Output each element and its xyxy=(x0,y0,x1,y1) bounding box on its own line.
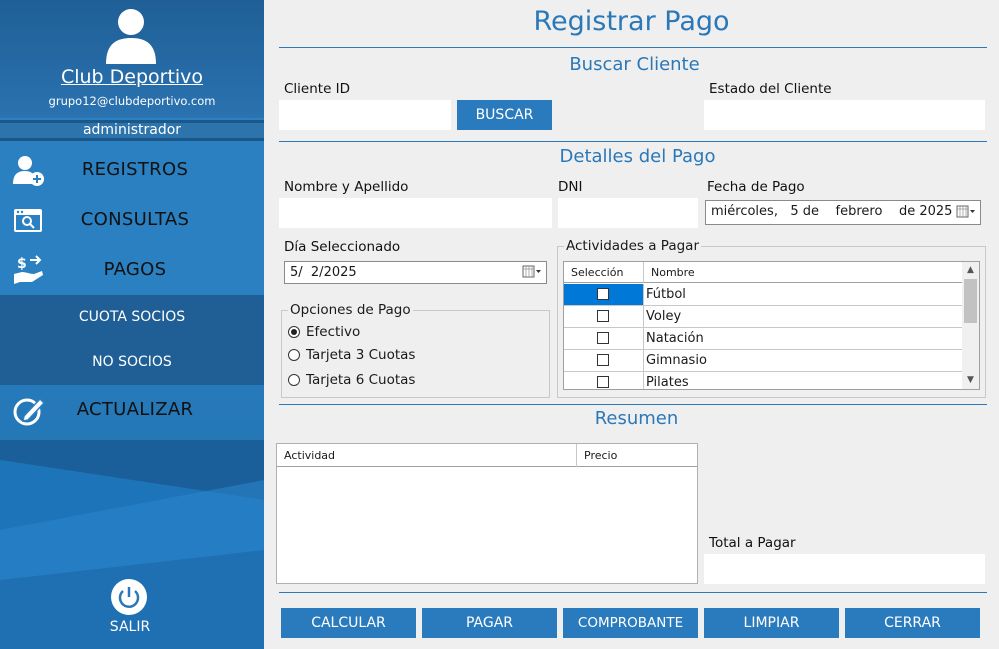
nombre-label: Nombre y Apellido xyxy=(284,179,409,195)
pagar-button[interactable]: PAGAR xyxy=(422,608,557,638)
checkbox[interactable] xyxy=(597,310,609,322)
checkbox[interactable] xyxy=(597,376,609,388)
radio-label: Tarjeta 6 Cuotas xyxy=(306,372,416,388)
column-header-precio[interactable]: Precio xyxy=(577,444,697,467)
section-detalles-pago: Detalles del Pago xyxy=(559,146,716,167)
fecha-pago-value: miércoles, 5 de febrero de 2025 xyxy=(711,204,953,219)
dia-seleccionado-label: Día Seleccionado xyxy=(284,239,401,255)
actividades-grid[interactable]: Selección Nombre Fútbol Voley Natación G… xyxy=(563,261,980,390)
divider xyxy=(279,404,987,405)
grid-header: Selección Nombre xyxy=(564,262,964,283)
estado-cliente-field[interactable] xyxy=(704,100,985,130)
table-row[interactable]: Voley xyxy=(564,306,964,328)
cliente-id-input[interactable] xyxy=(279,100,451,130)
sidebar: Club Deportivo grupo12@clubdeportivo.com… xyxy=(0,0,264,649)
divider xyxy=(279,592,987,593)
checkbox[interactable] xyxy=(597,288,609,300)
comprobante-button[interactable]: COMPROBANTE xyxy=(563,608,698,638)
fecha-pago-label: Fecha de Pago xyxy=(707,179,805,195)
nav-registros[interactable]: REGISTROS xyxy=(0,146,264,194)
nav-pagos[interactable]: $ PAGOS xyxy=(0,246,264,294)
user-role: administrador xyxy=(0,120,264,141)
total-pagar-label: Total a Pagar xyxy=(709,535,796,551)
nav-consultas[interactable]: CONSULTAS xyxy=(0,196,264,244)
dia-seleccionado-value: 5/ 2/2025 xyxy=(290,265,357,280)
nav-pagos-label: PAGOS xyxy=(103,259,167,280)
scroll-thumb[interactable] xyxy=(964,279,977,323)
radio-label: Tarjeta 3 Cuotas xyxy=(306,347,416,363)
user-email: grupo12@clubdeportivo.com xyxy=(48,94,216,108)
section-buscar-cliente: Buscar Cliente xyxy=(569,54,700,75)
sidebar-background-art xyxy=(0,440,264,649)
column-header-nombre[interactable]: Nombre xyxy=(644,262,964,283)
activity-name: Fútbol xyxy=(646,287,686,302)
selection-cell[interactable] xyxy=(564,284,644,305)
submenu-no-socios[interactable]: NO SOCIOS xyxy=(0,340,264,385)
activity-name: Natación xyxy=(646,331,704,346)
opciones-pago-title: Opciones de Pago xyxy=(288,302,413,318)
table-row[interactable]: Gimnasio xyxy=(564,350,964,372)
selection-cell[interactable] xyxy=(564,372,644,389)
selection-cell[interactable] xyxy=(564,350,644,371)
activity-name: Voley xyxy=(646,309,682,324)
selection-cell[interactable] xyxy=(564,306,644,327)
vertical-scrollbar[interactable]: ▲ ▼ xyxy=(962,262,979,389)
dia-seleccionado-picker[interactable]: 5/ 2/2025 xyxy=(284,261,547,284)
activity-name: Pilates xyxy=(646,375,689,390)
calcular-button[interactable]: CALCULAR xyxy=(281,608,416,638)
table-row[interactable]: Natación xyxy=(564,328,964,350)
table-row[interactable]: Pilates xyxy=(564,372,964,390)
buscar-button[interactable]: BUSCAR xyxy=(457,100,552,130)
radio-unselected-icon xyxy=(288,349,300,361)
pagos-submenu: CUOTA SOCIOS NO SOCIOS xyxy=(0,295,264,385)
calendar-dropdown-icon[interactable] xyxy=(522,265,542,279)
divider xyxy=(279,141,987,142)
selection-cell[interactable] xyxy=(564,328,644,349)
total-pagar-field[interactable] xyxy=(704,554,985,584)
resumen-grid[interactable]: Actividad Precio xyxy=(276,443,698,584)
radio-selected-icon xyxy=(288,326,300,338)
power-icon[interactable] xyxy=(110,578,148,616)
column-header-seleccion[interactable]: Selección xyxy=(564,262,644,283)
user-avatar-icon xyxy=(106,9,156,64)
club-name: Club Deportivo xyxy=(60,66,204,88)
nav-actualizar-label: ACTUALIZAR xyxy=(76,399,194,420)
checkbox[interactable] xyxy=(597,354,609,366)
radio-label: Efectivo xyxy=(306,324,361,340)
nav-registros-label: REGISTROS xyxy=(81,159,189,180)
nav-consultas-label: CONSULTAS xyxy=(80,209,190,230)
calendar-dropdown-icon[interactable] xyxy=(956,205,976,219)
page-title: Registrar Pago xyxy=(533,6,730,37)
activity-name: Gimnasio xyxy=(646,353,707,368)
table-row[interactable]: Fútbol xyxy=(564,284,964,306)
cerrar-button[interactable]: CERRAR xyxy=(845,608,980,638)
nombre-field[interactable] xyxy=(279,198,552,228)
fecha-pago-picker[interactable]: miércoles, 5 de febrero de 2025 xyxy=(705,200,981,225)
dni-field[interactable] xyxy=(558,198,698,228)
checkbox[interactable] xyxy=(597,332,609,344)
dni-label: DNI xyxy=(558,179,583,195)
column-header-actividad[interactable]: Actividad xyxy=(277,444,577,467)
salir-label[interactable]: SALIR xyxy=(0,619,260,635)
submenu-cuota-socios[interactable]: CUOTA SOCIOS xyxy=(0,295,264,340)
nav-actualizar[interactable]: ACTUALIZAR xyxy=(0,386,264,434)
radio-unselected-icon xyxy=(288,374,300,386)
scroll-down-icon[interactable]: ▼ xyxy=(962,372,979,389)
scroll-up-icon[interactable]: ▲ xyxy=(962,262,979,279)
section-resumen: Resumen xyxy=(594,408,679,429)
limpiar-button[interactable]: LIMPIAR xyxy=(704,608,839,638)
actividades-title: Actividades a Pagar xyxy=(564,238,702,254)
grid-header: Actividad Precio xyxy=(277,444,697,467)
cliente-id-label: Cliente ID xyxy=(284,81,351,97)
estado-cliente-label: Estado del Cliente xyxy=(709,81,832,97)
divider xyxy=(279,47,987,48)
